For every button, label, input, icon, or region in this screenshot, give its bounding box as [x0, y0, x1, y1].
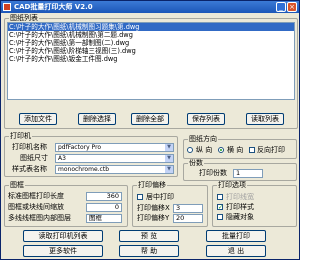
offset-y-input[interactable]: 20	[173, 214, 203, 223]
style-table-label: 样式表名称	[12, 165, 47, 173]
load-list-button[interactable]: 读取列表	[246, 113, 284, 125]
list-item[interactable]: C:\叶子的大作\图纸\机械制图\第二题.dwg	[8, 31, 294, 39]
landscape-radio[interactable]	[218, 147, 224, 153]
paper-size-select[interactable]: A3 ▼	[55, 154, 174, 163]
reverse-print-checkbox[interactable]	[249, 147, 255, 153]
add-file-button[interactable]: 添加文件	[19, 113, 57, 125]
title-bar: CAD批量打印大师 V2.0 _ ×	[1, 1, 299, 13]
printer-name-select[interactable]: pdfFactory Pro ▼	[55, 143, 174, 152]
linewidth-checkbox[interactable]	[217, 194, 223, 200]
copies-input[interactable]: 1	[233, 169, 263, 178]
chevron-down-icon[interactable]: ▼	[165, 144, 173, 151]
hide-objects-label: 隐藏对象	[226, 213, 254, 221]
frame-layer-label: 多线线框图内部图层	[8, 214, 71, 222]
more-software-button[interactable]: 更多软件	[23, 245, 103, 257]
offset-x-label: 打印偏移X	[137, 204, 170, 212]
preview-button[interactable]: 预 览	[119, 230, 179, 242]
linewidth-label: 打印线宽	[226, 193, 254, 201]
plot-style-checkbox[interactable]: ✓	[217, 204, 223, 211]
copies-label: 打印份数	[199, 169, 227, 177]
batch-print-button[interactable]: 批量打印	[206, 230, 266, 242]
frame-width-label: 标准图框打印长度	[8, 192, 64, 200]
portrait-radio[interactable]	[187, 147, 193, 153]
remove-selected-button[interactable]: 删除选择	[78, 113, 116, 125]
orientation-group-label: 图纸方向	[188, 135, 218, 143]
paper-size-value: A3	[58, 155, 66, 162]
read-printers-button[interactable]: 读取打印机列表	[23, 230, 103, 242]
plot-style-label: 打印样式	[226, 203, 254, 211]
file-listbox[interactable]: C:\叶子的大作\图纸\机械制图习题集\第.dwg C:\叶子的大作\图纸\机械…	[7, 22, 295, 100]
hide-objects-checkbox[interactable]	[217, 214, 223, 220]
chevron-down-icon[interactable]: ▼	[165, 166, 173, 173]
minimize-button[interactable]: _	[276, 2, 286, 12]
frame-group-label: 图框	[9, 181, 25, 189]
list-item[interactable]: C:\叶子的大作\图纸\机械制图习题集\第.dwg	[8, 23, 294, 31]
save-list-button[interactable]: 保存列表	[187, 113, 225, 125]
copies-group-label: 份数	[188, 159, 204, 167]
frame-offset-label: 图框或块线间缩放	[8, 203, 64, 211]
print-offset-group-label: 打印偏移	[137, 181, 167, 189]
remove-all-button[interactable]: 删除全部	[131, 113, 169, 125]
printer-group-label: 打印机	[9, 132, 32, 140]
frame-offset-input[interactable]: 0	[86, 203, 122, 212]
portrait-label: 纵 向	[196, 146, 213, 154]
help-button[interactable]: 帮 助	[119, 245, 179, 257]
print-options-group-label: 打印选项	[217, 181, 247, 189]
offset-y-label: 打印偏移Y	[137, 214, 170, 222]
app-icon	[3, 3, 11, 11]
list-item[interactable]: C:\叶子的大作\图纸\阶梯轴三视图(三).dwg	[8, 47, 294, 55]
file-list-group-label: 图纸列表	[9, 14, 39, 22]
frame-layer-input[interactable]: 图框	[86, 214, 122, 223]
style-table-value: monochrome.ctb	[58, 166, 109, 173]
app-window: CAD批量打印大师 V2.0 _ × 图纸列表 C:\叶子的大作\图纸\机械制图…	[0, 0, 300, 260]
close-button[interactable]: ×	[287, 2, 297, 12]
window-title: CAD批量打印大师 V2.0	[14, 3, 93, 11]
offset-x-input[interactable]: 3	[173, 204, 203, 213]
frame-width-input[interactable]: 360	[86, 192, 122, 201]
exit-button[interactable]: 退 出	[206, 245, 266, 257]
printer-name-label: 打印机名称	[12, 143, 47, 151]
center-print-label: 居中打印	[146, 193, 174, 201]
center-print-checkbox[interactable]	[137, 194, 143, 200]
chevron-down-icon[interactable]: ▼	[165, 155, 173, 162]
landscape-label: 横 向	[227, 146, 244, 154]
reverse-print-label: 反向打印	[257, 146, 285, 154]
paper-size-label: 图纸尺寸	[20, 154, 48, 162]
printer-name-value: pdfFactory Pro	[58, 144, 102, 151]
print-options-group: 打印选项	[212, 181, 297, 227]
list-item[interactable]: C:\叶子的大作\图纸\钣金工件图.dwg	[8, 55, 294, 63]
style-table-select[interactable]: monochrome.ctb ▼	[55, 165, 174, 174]
list-item[interactable]: C:\叶子的大作\图纸\第一部制图(二).dwg	[8, 39, 294, 47]
